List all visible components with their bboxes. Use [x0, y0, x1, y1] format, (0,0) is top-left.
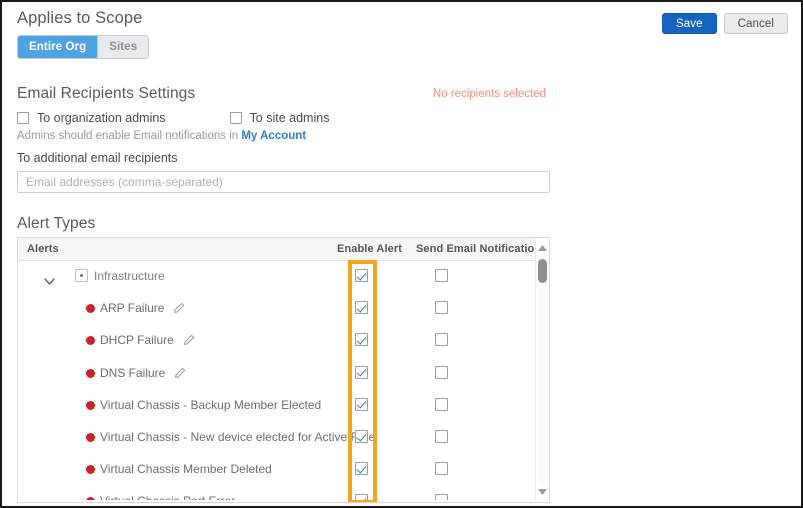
scrollbar-track[interactable] [538, 256, 547, 484]
site-admins-label[interactable]: To site admins [250, 111, 330, 125]
send-email-checkbox[interactable] [435, 430, 448, 443]
scope-toggle-group: Entire Org Sites [17, 35, 149, 59]
alert-name-label: Virtual Chassis - New device elected for… [100, 430, 375, 444]
enable-alert-cell [355, 398, 368, 411]
alert-name-label: ARP Failure [100, 301, 164, 315]
group-enable-cell [355, 269, 368, 282]
org-admins-checkbox[interactable] [17, 112, 29, 124]
scrollbar-thumb[interactable] [538, 259, 547, 283]
scroll-down-arrow-icon[interactable] [536, 485, 549, 499]
page-body: Applies to Scope Entire Org Sites Save C… [2, 2, 801, 506]
additional-recipients-input[interactable] [17, 171, 550, 193]
enable-alert-cell [355, 333, 368, 346]
alert-group-row[interactable]: Infrastructure [18, 261, 549, 293]
table-row[interactable]: DHCP Failure [18, 325, 549, 357]
group-enable-alert-checkbox[interactable] [355, 269, 368, 282]
enable-alert-cell [355, 366, 368, 379]
severity-dot-icon [86, 465, 95, 474]
table-row[interactable]: ARP Failure [18, 293, 549, 325]
column-header-send-email: Send Email Notification [416, 243, 541, 255]
send-email-cell [435, 430, 448, 443]
table-row[interactable]: Virtual Chassis - New device elected for… [18, 422, 549, 454]
send-email-checkbox[interactable] [435, 398, 448, 411]
infrastructure-icon [75, 269, 88, 282]
alert-name-label: DNS Failure [100, 366, 165, 380]
severity-dot-icon [86, 433, 95, 442]
send-email-cell [435, 366, 448, 379]
table-row[interactable]: Virtual Chassis Member Deleted [18, 454, 549, 486]
enable-alert-cell [355, 430, 368, 443]
scope-option-entire-org[interactable]: Entire Org [18, 36, 97, 58]
severity-dot-icon [86, 369, 95, 378]
send-email-checkbox[interactable] [435, 462, 448, 475]
enable-alert-checkbox[interactable] [355, 430, 368, 443]
save-button[interactable]: Save [662, 13, 717, 34]
enable-alert-checkbox[interactable] [355, 462, 368, 475]
additional-recipients-label: To additional email recipients [17, 151, 178, 165]
alert-name-label: DHCP Failure [100, 333, 174, 347]
severity-dot-icon [86, 336, 95, 345]
enable-alert-checkbox[interactable] [355, 366, 368, 379]
page-title: Applies to Scope [17, 9, 142, 28]
cancel-button[interactable]: Cancel [724, 13, 788, 34]
column-header-alerts: Alerts [27, 243, 59, 255]
send-email-checkbox[interactable] [435, 301, 448, 314]
chevron-down-icon[interactable] [44, 272, 55, 279]
send-email-checkbox[interactable] [435, 333, 448, 346]
enable-alert-checkbox[interactable] [355, 398, 368, 411]
org-admins-label[interactable]: To organization admins [37, 111, 166, 125]
group-send-email-checkbox[interactable] [435, 269, 448, 282]
table-row[interactable]: Virtual Chassis - Backup Member Elected [18, 390, 549, 422]
alert-name-label: Virtual Chassis - Backup Member Elected [100, 398, 321, 412]
enable-alert-cell [355, 301, 368, 314]
scope-option-sites[interactable]: Sites [97, 36, 148, 58]
group-email-cell [435, 269, 448, 282]
severity-dot-icon [86, 304, 95, 313]
admin-email-hint-text: Admins should enable Email notifications… [17, 130, 241, 142]
column-header-enable-alert: Enable Alert [337, 243, 402, 255]
alert-types-heading: Alert Types [17, 215, 95, 233]
enable-alert-checkbox[interactable] [355, 301, 368, 314]
table-scrollbar[interactable] [535, 238, 549, 502]
enable-alert-cell [355, 462, 368, 475]
enable-alert-checkbox[interactable] [355, 333, 368, 346]
table-bottom-mask [18, 500, 536, 502]
table-body: Infrastructure ARP Failure DHCP Failure DNS… [18, 261, 549, 503]
alert-settings-page: Applies to Scope Entire Org Sites Save C… [0, 0, 803, 508]
alert-group-label: Infrastructure [94, 269, 165, 283]
alert-types-table: Alerts Enable Alert Send Email Notificat… [17, 237, 550, 503]
table-header-row: Alerts Enable Alert Send Email Notificat… [18, 238, 549, 261]
table-row[interactable]: DNS Failure [18, 358, 549, 390]
edit-pencil-icon[interactable] [183, 333, 195, 345]
admin-recipients-row: To organization admins To site admins [17, 111, 329, 125]
admin-email-hint: Admins should enable Email notifications… [17, 130, 306, 142]
scroll-up-arrow-icon[interactable] [536, 241, 549, 255]
edit-pencil-icon[interactable] [174, 366, 186, 378]
send-email-cell [435, 333, 448, 346]
site-admins-checkbox[interactable] [230, 112, 242, 124]
send-email-checkbox[interactable] [435, 366, 448, 379]
send-email-cell [435, 398, 448, 411]
edit-pencil-icon[interactable] [173, 301, 185, 313]
top-action-bar: Save Cancel [662, 13, 788, 34]
send-email-cell [435, 462, 448, 475]
my-account-link[interactable]: My Account [241, 130, 306, 142]
email-recipients-heading: Email Recipients Settings [17, 85, 195, 103]
send-email-cell [435, 301, 448, 314]
severity-dot-icon [86, 401, 95, 410]
no-recipients-status: No recipients selected [433, 88, 546, 100]
alert-name-label: Virtual Chassis Member Deleted [100, 462, 272, 476]
